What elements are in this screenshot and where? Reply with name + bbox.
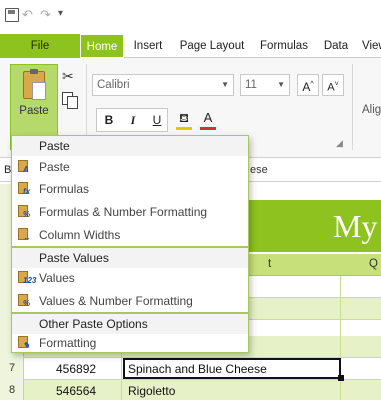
menu-item-label: Formulas & Number Formatting (39, 205, 208, 219)
menu-item-label: Formulas (39, 182, 90, 196)
clipboard-icon (23, 69, 46, 100)
tab-page-layout[interactable]: Page Layout (172, 34, 252, 58)
menu-item-values-number-formatting[interactable]: % Values & Number Formatting (12, 290, 248, 312)
paste-icon: A (17, 160, 32, 175)
column-widths-icon: ↔ (17, 228, 32, 243)
tab-view[interactable]: View (358, 34, 381, 58)
font-name-combobox[interactable]: Calibri ▼ (92, 74, 234, 96)
row-number[interactable]: 8 (0, 384, 24, 396)
sheet-title: My (333, 208, 378, 244)
cell-id[interactable]: 456892 (56, 362, 96, 376)
copy-icon[interactable] (62, 92, 78, 109)
menu-item-values[interactable]: 123 Values (12, 267, 248, 289)
paste-formulas-icon: fx (17, 182, 32, 197)
menu-item-formulas-number-formatting[interactable]: % Formulas & Number Formatting (12, 201, 248, 223)
tab-data[interactable]: Data (316, 34, 356, 58)
font-style-group: B I U (96, 108, 168, 132)
values-number-formatting-icon: % (17, 294, 32, 309)
paste-formulas-number-icon: % (17, 205, 32, 220)
menu-item-column-widths[interactable]: ↔ Column Widths (12, 224, 248, 246)
row-number[interactable]: 7 (0, 362, 24, 374)
bold-button[interactable]: B (97, 109, 121, 131)
paste-button-label: Paste (19, 105, 49, 117)
cell-name[interactable]: Spinach and Blue Cheese (128, 362, 267, 376)
cut-icon[interactable]: ✂ (62, 68, 78, 84)
menu-section-paste: Paste (12, 136, 248, 156)
italic-button[interactable]: I (121, 109, 145, 131)
quick-access-toolbar: ↶ ↷ ▾ (0, 0, 381, 34)
customize-toolbar-icon[interactable]: ▾ (58, 8, 68, 22)
save-icon[interactable] (5, 8, 19, 22)
undo-icon[interactable]: ↶ (22, 8, 36, 22)
grow-font-button[interactable]: A^ (297, 74, 319, 96)
menu-item-label: Column Widths (39, 228, 121, 242)
shrink-font-button[interactable]: A˅ (322, 74, 344, 96)
cell-name[interactable]: Rigoletto (128, 384, 175, 398)
tab-home[interactable]: Home (80, 34, 124, 58)
menu-item-formatting[interactable]: ✎ Formatting (12, 332, 248, 354)
menu-item-label: Values (39, 271, 75, 285)
tab-file[interactable]: File (0, 34, 80, 58)
tab-formulas[interactable]: Formulas (254, 34, 314, 58)
underline-button[interactable]: U (145, 109, 169, 131)
chevron-down-icon: ▼ (277, 80, 285, 89)
tab-insert[interactable]: Insert (126, 34, 170, 58)
menu-item-paste[interactable]: A Paste (12, 156, 248, 178)
font-size-combobox[interactable]: 11 ▼ (240, 74, 290, 96)
formula-input[interactable]: ese (250, 164, 268, 176)
font-color-label: A (203, 110, 213, 125)
font-color-button[interactable]: A (196, 108, 220, 132)
cell-id[interactable]: 546564 (56, 384, 96, 398)
paste-button[interactable]: Paste (10, 64, 58, 136)
ribbon-tabs: File Home Insert Page Layout Formulas Da… (0, 34, 381, 58)
font-name-value: Calibri (97, 79, 130, 91)
menu-item-label: Values & Number Formatting (39, 294, 193, 308)
menu-section-paste-values: Paste Values (12, 248, 248, 268)
shrink-font-label: A (327, 81, 335, 94)
font-size-value: 11 (245, 79, 257, 91)
dialog-launcher-icon[interactable]: ◢ (336, 138, 343, 149)
formatting-icon: ✎ (17, 336, 32, 351)
column-header-q: Q (369, 258, 378, 270)
fill-color-icon[interactable]: ⛾ (172, 108, 196, 132)
paste-values-icon: 123 (17, 271, 36, 286)
group-divider (352, 64, 353, 150)
paste-dropdown-menu: Paste A Paste fx Formulas % Formulas & N… (11, 135, 249, 353)
column-header: t (268, 258, 272, 270)
fill-handle[interactable] (338, 375, 344, 381)
alignment-group-label: Alig (362, 104, 381, 116)
menu-item-label: Formatting (39, 336, 97, 350)
menu-section-other-paste-options: Other Paste Options (12, 314, 248, 334)
chevron-down-icon: ▼ (221, 80, 229, 89)
redo-icon[interactable]: ↷ (40, 8, 54, 22)
menu-item-label: Paste (39, 160, 70, 174)
menu-item-formulas[interactable]: fx Formulas (12, 178, 248, 200)
